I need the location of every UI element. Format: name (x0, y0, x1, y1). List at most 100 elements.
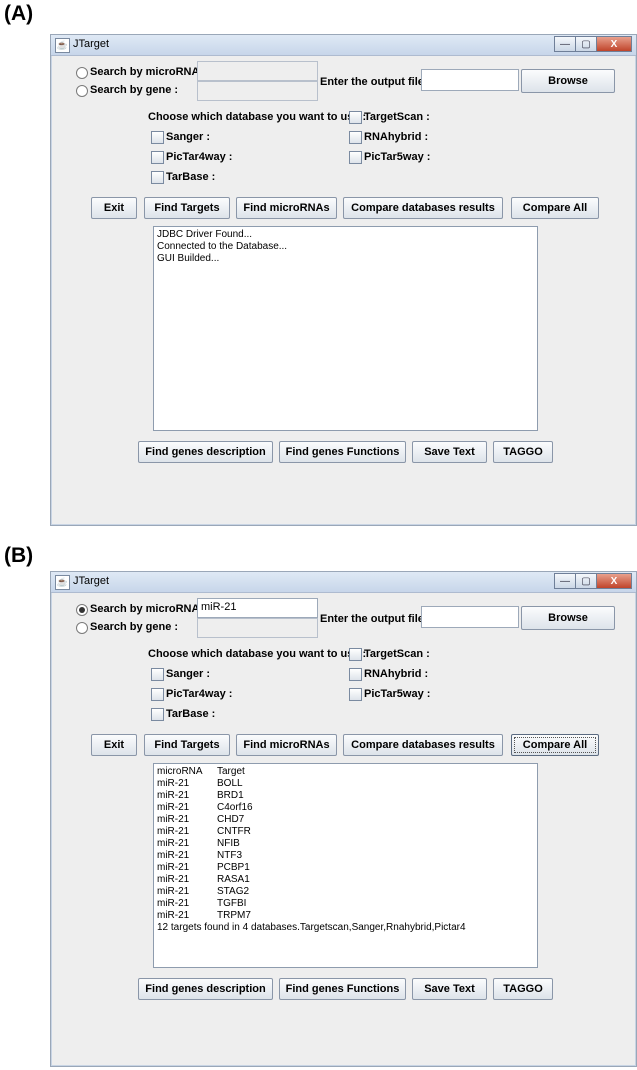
save-text-button[interactable]: Save Text (412, 441, 487, 463)
sanger-label: Sanger : (166, 131, 211, 143)
microrna-input[interactable]: miR-21 (197, 598, 318, 618)
targetscan-label: TargetScan : (364, 111, 430, 123)
cell-target: NTF3 (217, 850, 242, 861)
exit-button[interactable]: Exit (91, 197, 137, 219)
cell-target: C4orf16 (217, 802, 253, 813)
save-text-button[interactable]: Save Text (412, 978, 487, 1000)
search-gene-radio[interactable] (76, 622, 88, 634)
cell-target: RASA1 (217, 874, 250, 885)
find-micrornas-button[interactable]: Find microRNAs (236, 197, 337, 219)
window-title: JTarget (73, 575, 110, 587)
minimize-button[interactable]: — (554, 573, 576, 589)
cell-microrna: miR-21 (157, 838, 190, 849)
cell-microrna: miR-21 (157, 910, 190, 921)
cell-microrna: miR-21 (157, 778, 190, 789)
cell-microrna: miR-21 (157, 898, 190, 909)
taggo-button[interactable]: TAGGO (493, 441, 553, 463)
compare-databases-button[interactable]: Compare databases results (343, 734, 503, 756)
output-file-label: Enter the output file : (320, 613, 431, 625)
targetscan-checkbox[interactable] (349, 111, 362, 124)
pictar4way-label: PicTar4way : (166, 151, 233, 163)
log-line: GUI Builded... (157, 253, 220, 264)
table-row: miR-21 BRD1 (157, 790, 534, 802)
cell-microrna: miR-21 (157, 802, 190, 813)
close-button[interactable]: X (596, 36, 632, 52)
java-app-icon: ☕ (55, 575, 70, 590)
table-row: miR-21 BOLL (157, 778, 534, 790)
find-genes-description-button[interactable]: Find genes description (138, 978, 273, 1000)
cell-microrna: miR-21 (157, 850, 190, 861)
find-targets-button[interactable]: Find Targets (144, 734, 230, 756)
tarbase-checkbox[interactable] (151, 708, 164, 721)
header-target: Target (217, 766, 245, 777)
find-targets-button[interactable]: Find Targets (144, 197, 230, 219)
find-micrornas-button[interactable]: Find microRNAs (236, 734, 337, 756)
search-microrna-label: Search by microRNA: (90, 603, 204, 615)
gene-input[interactable] (197, 81, 318, 101)
taggo-button[interactable]: TAGGO (493, 978, 553, 1000)
tarbase-checkbox[interactable] (151, 171, 164, 184)
microrna-input[interactable] (197, 61, 318, 81)
compare-all-button[interactable]: Compare All (511, 197, 599, 219)
pictar5way-label: PicTar5way : (364, 151, 431, 163)
cell-target: PCBP1 (217, 862, 250, 873)
log-line: Connected to the Database... (157, 241, 288, 252)
pictar5way-checkbox[interactable] (349, 688, 362, 701)
table-row: miR-21 TRPM7 (157, 910, 534, 922)
output-log-area[interactable]: JDBC Driver Found... Connected to the Da… (153, 226, 538, 431)
maximize-button[interactable]: ▢ (575, 573, 597, 589)
sanger-checkbox[interactable] (151, 668, 164, 681)
search-gene-label: Search by gene : (90, 84, 179, 96)
cell-microrna: miR-21 (157, 814, 190, 825)
compare-all-button[interactable]: Compare All (511, 734, 599, 756)
rnahybrid-checkbox[interactable] (349, 131, 362, 144)
cell-target: TRPM7 (217, 910, 251, 921)
cell-microrna: miR-21 (157, 826, 190, 837)
gene-input[interactable] (197, 618, 318, 638)
title-bar[interactable]: ☕ JTarget — ▢ X (51, 35, 636, 56)
title-bar[interactable]: ☕ JTarget — ▢ X (51, 572, 636, 593)
cell-microrna: miR-21 (157, 874, 190, 885)
sanger-checkbox[interactable] (151, 131, 164, 144)
pictar4way-checkbox[interactable] (151, 151, 164, 164)
close-button[interactable]: X (596, 573, 632, 589)
targetscan-checkbox[interactable] (349, 648, 362, 661)
browse-button[interactable]: Browse (521, 69, 615, 93)
table-row: miR-21 CHD7 (157, 814, 534, 826)
exit-button[interactable]: Exit (91, 734, 137, 756)
cell-target: CNTFR (217, 826, 251, 837)
minimize-button[interactable]: — (554, 36, 576, 52)
find-genes-description-button[interactable]: Find genes description (138, 441, 273, 463)
output-file-label: Enter the output file : (320, 76, 431, 88)
cell-target: BRD1 (217, 790, 244, 801)
pictar4way-checkbox[interactable] (151, 688, 164, 701)
pictar5way-checkbox[interactable] (349, 151, 362, 164)
compare-databases-button[interactable]: Compare databases results (343, 197, 503, 219)
rnahybrid-checkbox[interactable] (349, 668, 362, 681)
cell-microrna: miR-21 (157, 790, 190, 801)
panel-a-label: (A) (4, 2, 34, 25)
targetscan-label: TargetScan : (364, 648, 430, 660)
table-row: miR-21 STAG2 (157, 886, 534, 898)
maximize-button[interactable]: ▢ (575, 36, 597, 52)
table-row: miR-21 NTF3 (157, 850, 534, 862)
results-area[interactable]: microRNA Target miR-21 BOLL miR-21 BRD1 miR… (153, 763, 538, 968)
search-microrna-radio[interactable] (76, 604, 88, 616)
output-file-input[interactable] (421, 69, 519, 91)
search-microrna-radio[interactable] (76, 67, 88, 79)
panel-b-label: (B) (4, 544, 34, 567)
search-microrna-label: Search by microRNA: (90, 66, 204, 78)
cell-target: NFIB (217, 838, 240, 849)
pictar4way-label: PicTar4way : (166, 688, 233, 700)
cell-target: CHD7 (217, 814, 245, 825)
table-row: miR-21 C4orf16 (157, 802, 534, 814)
jtarget-window-a: ☕ JTarget — ▢ X Search by microRNA: Sear… (50, 34, 637, 526)
sanger-label: Sanger : (166, 668, 211, 680)
find-genes-functions-button[interactable]: Find genes Functions (279, 978, 406, 1000)
browse-button[interactable]: Browse (521, 606, 615, 630)
java-app-icon: ☕ (55, 38, 70, 53)
output-file-input[interactable] (421, 606, 519, 628)
search-gene-radio[interactable] (76, 85, 88, 97)
results-summary: 12 targets found in 4 databases.Targetsc… (157, 922, 466, 933)
find-genes-functions-button[interactable]: Find genes Functions (279, 441, 406, 463)
